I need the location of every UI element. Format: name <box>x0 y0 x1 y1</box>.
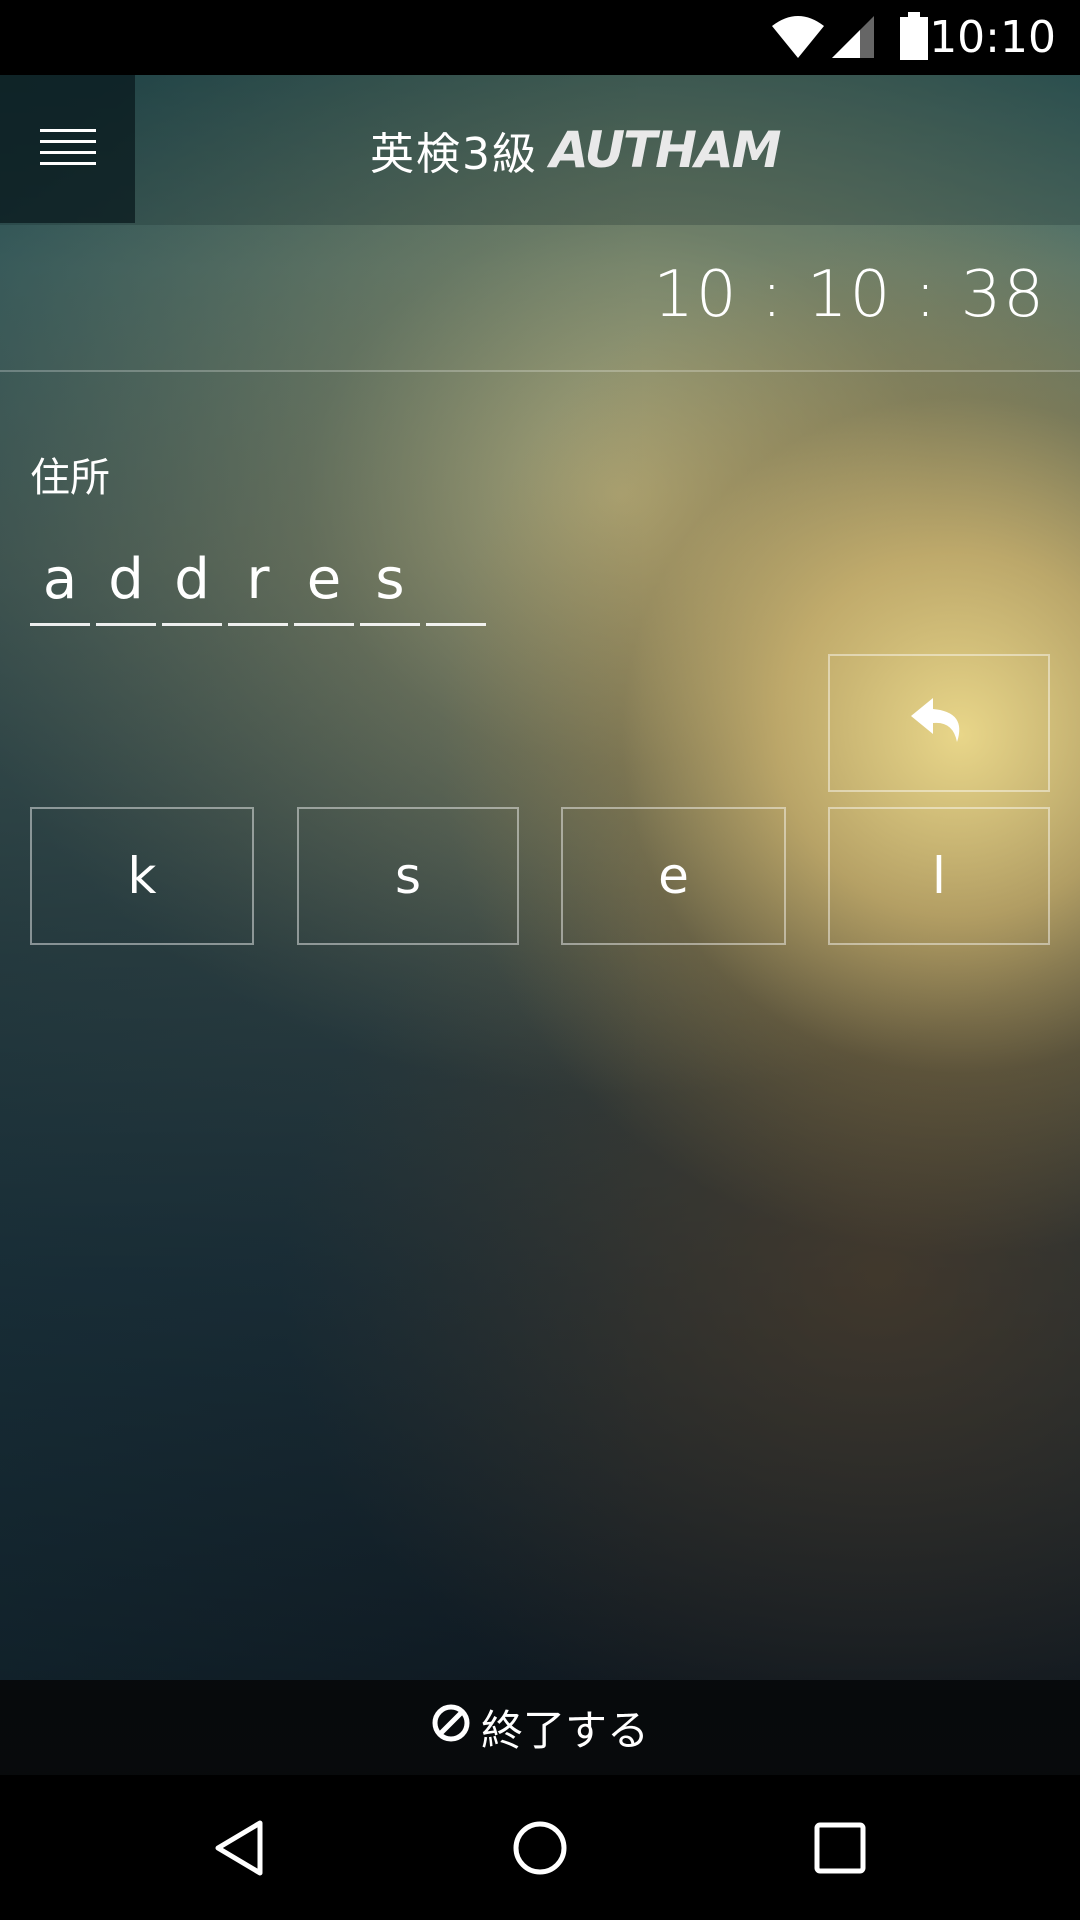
question-prompt: 住所 <box>30 455 110 501</box>
undo-button[interactable] <box>828 654 1050 792</box>
nav-back-button[interactable] <box>190 1800 290 1900</box>
home-circle-icon <box>510 1818 570 1882</box>
answer-slots: a d d r e s <box>30 540 492 626</box>
status-bar: 10:10 <box>0 0 1080 75</box>
nav-bar <box>0 1775 1080 1920</box>
nav-home-button[interactable] <box>490 1800 590 1900</box>
back-triangle-icon <box>210 1818 270 1882</box>
timer: 10 : 10 : 38 <box>653 258 1046 332</box>
letter-key-k[interactable]: k <box>30 807 254 945</box>
app-bar: 英検3級 AUTHAM <box>0 75 1080 225</box>
letter-key-l[interactable]: l <box>828 807 1050 945</box>
end-button[interactable]: 終了する <box>431 1697 649 1758</box>
letter-key-s[interactable]: s <box>297 807 519 945</box>
answer-slot: e <box>294 540 354 626</box>
answer-slot: r <box>228 540 288 626</box>
menu-button[interactable] <box>0 75 135 223</box>
undo-arrow-icon <box>909 694 969 752</box>
status-clock: 10:10 <box>929 12 1056 63</box>
nav-recents-button[interactable] <box>790 1800 890 1900</box>
end-button-label: 終了する <box>480 1706 649 1755</box>
answer-slot: d <box>162 540 222 626</box>
stop-circle-icon <box>431 1703 471 1753</box>
answer-slot <box>426 540 486 626</box>
autham-logo: AUTHAM <box>550 121 781 179</box>
battery-icon <box>898 12 930 64</box>
end-bar: 終了する <box>0 1680 1080 1775</box>
divider <box>0 370 1080 372</box>
recents-square-icon <box>812 1820 868 1880</box>
screen: 10:10 英検3級 AUTHAM 10 : 10 : 38 住所 a d d … <box>0 0 1080 1920</box>
app-title: 英検3級 AUTHAM <box>370 115 781 185</box>
app-title-text: 英検3級 <box>370 129 538 180</box>
hamburger-menu-icon <box>39 127 96 171</box>
cell-signal-icon <box>830 14 876 64</box>
wifi-icon <box>770 14 826 64</box>
answer-slot: s <box>360 540 420 626</box>
answer-slot: d <box>96 540 156 626</box>
answer-slot: a <box>30 540 90 626</box>
letter-key-e[interactable]: e <box>561 807 786 945</box>
